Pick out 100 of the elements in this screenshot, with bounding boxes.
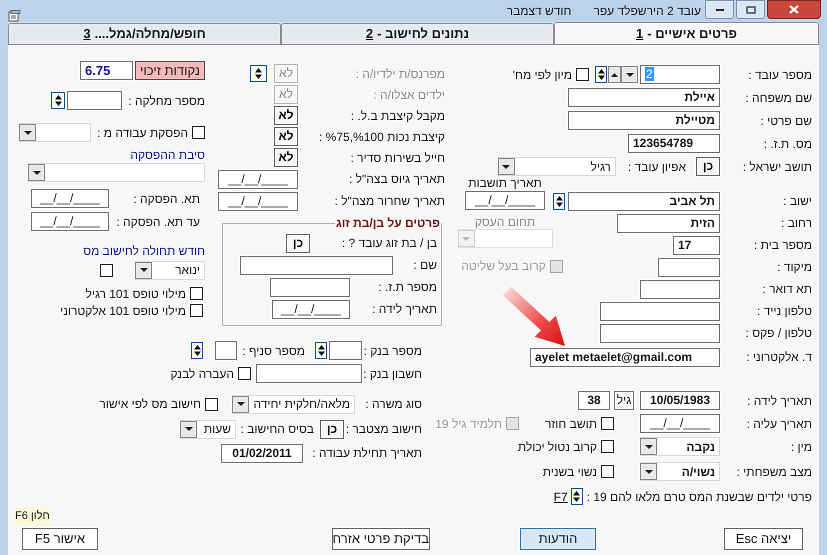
dropdown-button[interactable]	[135, 262, 152, 278]
input-field[interactable]: __/__/____	[218, 170, 298, 188]
input-field[interactable]: __/__/____	[218, 192, 298, 210]
dropdown-button[interactable]	[640, 438, 657, 455]
dropdown-button[interactable]	[28, 164, 45, 181]
input-field[interactable]: __/__/____	[31, 189, 109, 208]
dropdown-field[interactable]: מלאה/חלקית יחידה	[232, 394, 355, 414]
input-field[interactable]: ayelet metaelet@gmail.com	[530, 348, 720, 366]
up-down-icon	[194, 345, 200, 356]
field-label: ילדים אצלו/ה :	[372, 86, 445, 104]
field-label: אפיון עובד :	[628, 158, 686, 176]
checkbox[interactable]	[192, 126, 205, 139]
dropdown-field[interactable]	[28, 163, 205, 182]
input-field[interactable]	[600, 302, 720, 320]
input-field[interactable]	[240, 256, 393, 274]
spinner-button[interactable]	[595, 66, 607, 83]
caret-icon	[24, 130, 32, 134]
dropdown-button[interactable]	[19, 124, 36, 141]
input-field[interactable]	[329, 341, 362, 360]
toggle-field[interactable]: כן	[696, 157, 720, 176]
close-button[interactable]	[767, 0, 821, 19]
input-field[interactable]: 17	[673, 236, 720, 254]
field-label: מספר בית :	[752, 237, 812, 254]
dropdown-field[interactable]: שעות	[180, 420, 236, 438]
checkbox[interactable]	[205, 398, 218, 410]
input-field[interactable]: 6.75	[80, 61, 133, 80]
spinner-button[interactable]	[191, 342, 203, 359]
spinner-button[interactable]	[250, 65, 267, 82]
field-label: מקבל קיצבת ב.ל. :	[350, 108, 445, 124]
dropdown-field[interactable]	[19, 123, 92, 142]
footer-button[interactable]: אישור F5	[22, 528, 98, 550]
field-label: מס. ת.ז. :	[762, 136, 812, 152]
field-label: חייל בשירות סדיר :	[349, 150, 445, 166]
input-field[interactable]: __/__/____	[31, 212, 109, 231]
spinner-button[interactable]	[553, 192, 565, 210]
dropdown-field[interactable]: נשוי/ה	[640, 462, 720, 481]
up-button[interactable]	[608, 66, 621, 83]
checkbox[interactable]	[601, 417, 614, 430]
field-label: תא דואר :	[761, 281, 812, 298]
up-down-icon	[556, 196, 562, 206]
input-field[interactable]: __/__/____	[272, 300, 350, 318]
checkbox-label: נשוי בשנית	[542, 464, 597, 480]
spinner-button[interactable]	[570, 488, 583, 505]
toggle-field[interactable]: לא	[274, 148, 298, 167]
input-field[interactable]: הזית	[617, 214, 720, 232]
f7-link[interactable]: F7	[554, 488, 568, 506]
footer-button[interactable]: בדיקת פרטי אזרח	[332, 528, 430, 550]
pointer-arrow	[502, 286, 566, 347]
checkbox[interactable]	[190, 287, 203, 300]
minimize-button[interactable]	[705, 0, 734, 19]
input-field[interactable]	[640, 280, 720, 298]
dropdown-field[interactable]: נקבה	[640, 437, 720, 456]
field-label: מספר עובד :	[747, 66, 812, 84]
input-field[interactable]: איילת	[568, 88, 720, 107]
field-label: מפרנס/ת ילדיו/ה :	[354, 66, 445, 82]
input-field[interactable]: __/__/____	[640, 414, 720, 433]
toggle-field[interactable]: לא	[274, 127, 298, 146]
input-field[interactable]: מטיילת	[568, 111, 720, 130]
input-field[interactable]	[270, 278, 350, 296]
up-down-icon	[54, 95, 62, 106]
checkbox[interactable]	[190, 304, 203, 317]
caret-icon	[236, 402, 244, 406]
input-field[interactable]	[600, 324, 720, 342]
input-field[interactable]	[67, 91, 122, 110]
dropdown-field[interactable]: רגיל	[498, 157, 616, 176]
dropdown-field[interactable]: ינואר	[135, 260, 205, 280]
dropdown-button[interactable]	[621, 66, 638, 83]
dropdown-button[interactable]	[232, 396, 249, 412]
checkbox[interactable]	[601, 440, 614, 453]
input-field[interactable]: 123654789	[628, 134, 720, 153]
input-field[interactable]	[256, 364, 362, 383]
field-label: טלפון נייד :	[756, 303, 812, 320]
up-down-icon	[598, 69, 604, 80]
checkbox[interactable]	[100, 264, 113, 276]
toggle-field[interactable]: כן	[320, 420, 344, 438]
field-label: סיבת ההפסקה	[129, 147, 205, 161]
input-field[interactable]: תל אביב	[568, 192, 720, 210]
selected-text: 2	[645, 67, 654, 81]
dropdown-button[interactable]	[180, 420, 197, 438]
toggle-field[interactable]: לא	[274, 106, 298, 125]
toggle-field[interactable]: כן	[286, 234, 310, 252]
dropdown-button[interactable]	[498, 158, 515, 175]
checkbox[interactable]	[238, 367, 251, 380]
spinner-button[interactable]	[51, 92, 65, 109]
field-label: תאריך שחרור מצה"ל :	[334, 193, 445, 210]
input-field[interactable]: 38	[578, 391, 610, 410]
input-field[interactable]	[658, 258, 720, 276]
up-icon	[611, 72, 618, 76]
input-field[interactable]: __/__/____	[465, 191, 545, 210]
input-field[interactable]: 01/02/2011	[221, 444, 303, 462]
input-field[interactable]: 10/05/1983	[640, 391, 720, 410]
spinner-button[interactable]	[315, 342, 327, 359]
footer-button[interactable]: הודעות	[520, 528, 596, 550]
footer-button[interactable]: יציאה Esc	[724, 528, 803, 550]
input-field[interactable]	[215, 341, 237, 360]
checkbox[interactable]	[576, 68, 589, 81]
dropdown-button[interactable]	[640, 463, 657, 480]
maximize-button[interactable]	[736, 0, 765, 19]
field-label: תא. הפסקה :	[132, 190, 201, 208]
checkbox[interactable]	[601, 465, 614, 478]
